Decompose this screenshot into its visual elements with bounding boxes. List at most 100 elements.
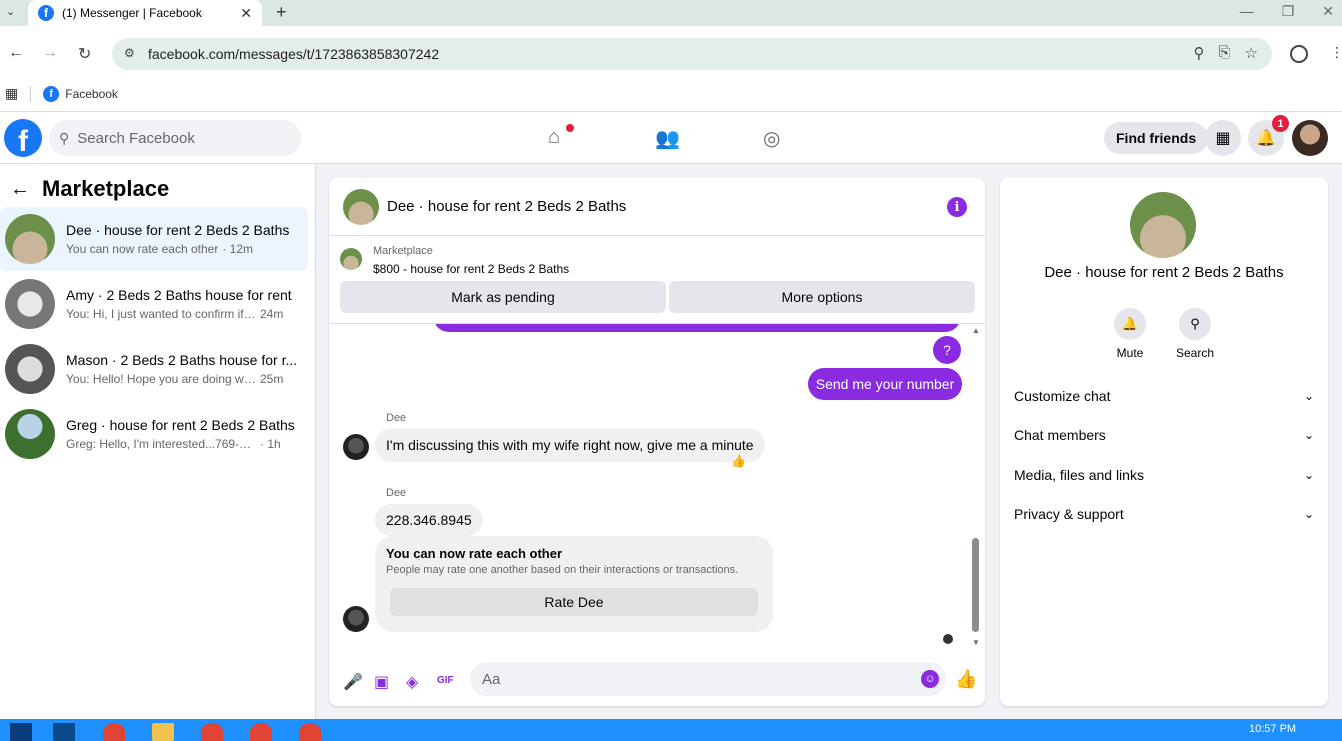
search-icon: ⚲ [59,129,70,146]
seen-indicator-avatar [943,634,953,644]
outgoing-message: Send me your number [808,368,962,400]
install-icon[interactable]: ⎘ [1219,44,1231,62]
file-explorer-icon[interactable] [152,723,174,741]
apps-grid-icon[interactable]: ▦ [5,85,18,102]
photo-icon[interactable]: ▣ [374,672,389,692]
conversation-item-greg[interactable]: Greg · house for rent 2 Beds 2 Baths Gre… [0,402,308,466]
bookmark-facebook[interactable]: Facebook [65,87,118,101]
start-icon[interactable] [10,723,32,741]
site-info-icon[interactable]: ⚙ [124,46,135,60]
bookmarks-divider [30,85,32,102]
chevron-down-icon: ⌄ [1303,389,1314,403]
sender-avatar [343,434,369,460]
listing-thumbnail [5,279,55,329]
conversation-avatar[interactable] [1130,192,1196,258]
zoom-icon[interactable]: ⚲ [1194,44,1205,62]
find-friends-button[interactable]: Find friends [1104,122,1209,154]
chat-title[interactable]: Dee · house for rent 2 Beds 2 Baths [387,198,626,215]
tab-close-icon[interactable]: ✕ [240,5,252,22]
marketplace-listing-banner: Marketplace $800 - house for rent 2 Beds… [329,236,985,324]
tab-search-chevron-icon[interactable]: ⌄ [6,5,15,18]
browser-tab-strip: ⌄ f (1) Messenger | Facebook ✕ + — ❐ ✕ [0,0,1342,26]
groups-icon[interactable]: ◎ [763,126,780,151]
marketplace-sidebar: ← Marketplace Dee · house for rent 2 Bed… [0,164,316,719]
home-icon[interactable]: ⌂ [548,126,560,149]
task-view-icon[interactable] [53,723,75,741]
customize-chat-section[interactable]: Customize chat ⌄ [1014,386,1314,406]
media-files-links-section[interactable]: Media, files and links ⌄ [1014,465,1314,485]
search-placeholder: Search Facebook [77,129,195,147]
microphone-icon[interactable]: 🎤 [343,672,363,692]
mark-as-pending-button[interactable]: Mark as pending [340,281,666,313]
incoming-message: I'm discussing this with my wife right n… [375,428,765,462]
friends-icon[interactable]: 👥 [655,126,680,151]
bookmark-star-icon[interactable]: ☆ [1245,44,1258,62]
sidebar-title: Marketplace [42,176,170,201]
back-arrow-icon[interactable]: ← [10,178,30,201]
like-icon[interactable]: 👍 [955,669,977,690]
scroll-up-icon[interactable]: ▲ [972,326,980,335]
sticker-icon[interactable]: ◈ [406,672,418,692]
outgoing-message-partial [433,324,961,332]
thumbs-up-reaction-icon[interactable]: 👍 [731,454,746,468]
message-input[interactable]: Aa [470,662,946,696]
chrome-icon[interactable] [299,723,321,741]
section-label: Customize chat [1014,388,1111,404]
conversation-item-mason[interactable]: Mason · 2 Beds 2 Baths house for r... Yo… [0,337,308,401]
info-icon[interactable]: i [947,197,967,217]
rate-card-title: You can now rate each other [386,546,563,561]
chrome-icon[interactable] [250,723,272,741]
mute-button[interactable]: 🔔 Mute [1105,308,1155,360]
sender-name: Dee [386,487,407,499]
conversation-time: 24m [260,307,284,321]
chat-avatar[interactable] [343,188,379,225]
message-scrollbar[interactable]: ▲ ▼ [972,326,980,647]
gif-icon[interactable]: GIF [437,675,454,686]
browser-profile-icon[interactable] [1290,45,1308,63]
search-label: Search [1175,346,1215,360]
listing-thumbnail [5,409,55,459]
rate-dee-button[interactable]: Rate Dee [390,588,758,616]
chat-members-section[interactable]: Chat members ⌄ [1014,425,1314,445]
conversation-preview: You: Hi, I just wanted to confirm if y..… [66,307,256,321]
address-bar-row: ← → ↻ ⚙ facebook.com/messages/t/17238638… [0,26,1342,76]
close-window-icon[interactable]: ✕ [1322,3,1334,20]
browser-tab-messenger[interactable]: f (1) Messenger | Facebook ✕ [28,0,262,26]
scroll-down-icon[interactable]: ▼ [972,638,980,647]
outgoing-message: ? [933,336,961,364]
url-field[interactable]: ⚙ facebook.com/messages/t/17238638583072… [112,38,1272,70]
restore-icon[interactable]: ❐ [1282,3,1295,20]
browser-menu-icon[interactable]: ⋮ [1330,44,1342,61]
facebook-logo-icon[interactable]: f [4,119,42,157]
search-facebook-field[interactable]: ⚲ Search Facebook [49,120,301,156]
conversation-time: · 1h [260,437,281,451]
message-placeholder: Aa [482,670,501,688]
search-icon: ⚲ [1179,308,1211,340]
scrollbar-thumb[interactable] [972,538,979,632]
minimize-icon[interactable]: — [1240,3,1254,20]
windows-taskbar: 10:57 PM [0,719,1342,741]
privacy-support-section[interactable]: Privacy & support ⌄ [1014,504,1314,524]
menu-grid-icon[interactable]: ▦ [1205,120,1241,156]
marketplace-label: Marketplace [373,245,433,257]
mute-label: Mute [1116,346,1144,360]
profile-avatar[interactable] [1292,120,1328,156]
conversation-item-amy[interactable]: Amy · 2 Beds 2 Baths house for rent You:… [0,272,308,336]
conversation-preview: You can now rate each other [66,242,219,256]
chrome-icon[interactable] [201,723,223,741]
conversation-item-dee[interactable]: Dee · house for rent 2 Beds 2 Baths You … [0,207,308,271]
chat-header: Dee · house for rent 2 Beds 2 Baths i [329,178,985,236]
new-tab-icon[interactable]: + [276,2,287,23]
search-conversation-button[interactable]: ⚲ Search [1170,308,1220,360]
more-options-button[interactable]: More options [669,281,975,313]
tab-title: (1) Messenger | Facebook [62,6,202,20]
conversation-info-panel: Dee · house for rent 2 Beds 2 Baths 🔔 Mu… [1000,178,1328,706]
emoji-icon[interactable]: ☺ [921,670,939,688]
section-label: Chat members [1014,427,1106,443]
listing-price-title[interactable]: $800 - house for rent 2 Beds 2 Baths [373,262,569,276]
forward-icon[interactable]: → [42,44,58,62]
reload-icon[interactable]: ↻ [78,44,91,64]
chevron-down-icon: ⌄ [1303,468,1314,482]
chrome-icon[interactable] [103,723,125,741]
back-icon[interactable]: ← [8,44,24,62]
